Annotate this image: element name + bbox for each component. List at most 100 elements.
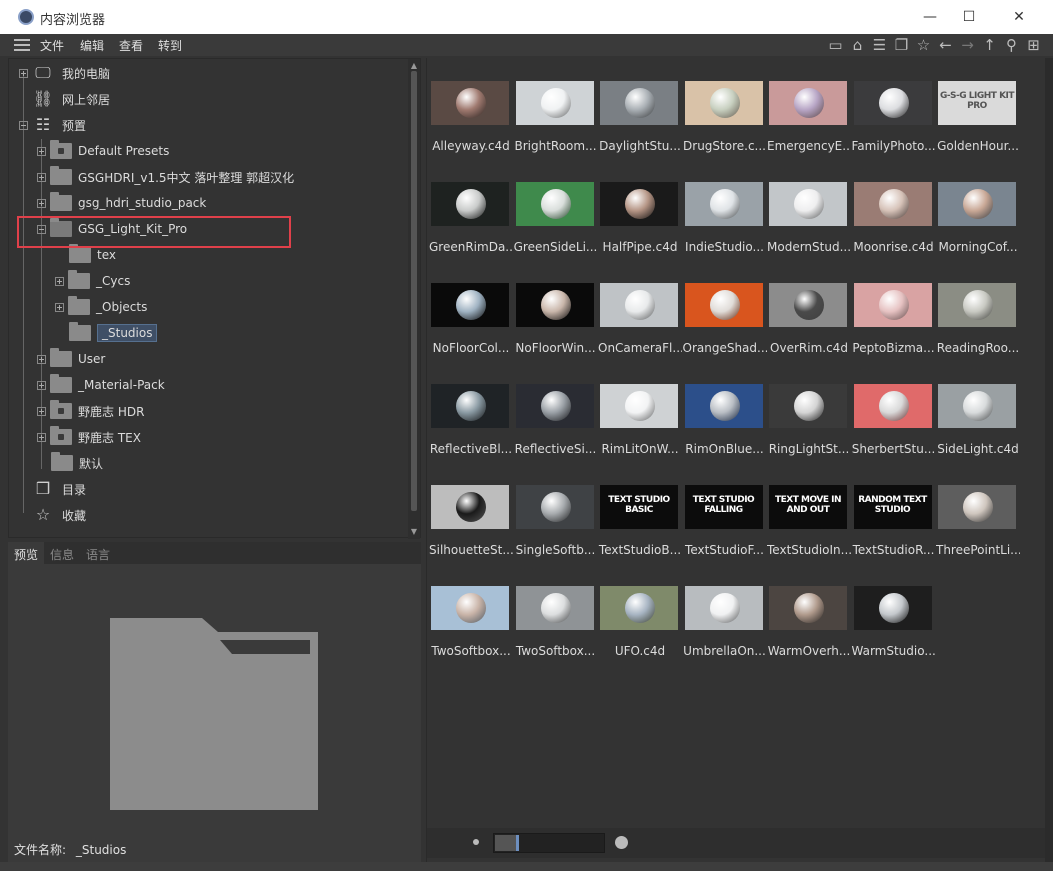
tree-item-gsg-hdri-studio-pack[interactable]: gsg_hdri_studio_pack	[37, 190, 206, 216]
forward-icon[interactable]: →	[958, 36, 977, 54]
file-thumbnail-item[interactable]: IndieStudio...	[683, 179, 767, 274]
tree-item-default-presets[interactable]: Default Presets	[37, 138, 169, 164]
expand-icon[interactable]	[55, 302, 64, 312]
file-thumbnail-item[interactable]: SilhouetteSt...	[429, 482, 513, 577]
file-thumbnail-item[interactable]: PeptoBizma...	[852, 280, 936, 375]
file-thumbnail-item[interactable]: OrangeShad...	[683, 280, 767, 375]
tree-item-network[interactable]: ⛓ 网上邻居	[32, 86, 110, 112]
panel-icon[interactable]: ▭	[826, 36, 845, 54]
file-thumbnail-item[interactable]: WarmStudio...	[852, 583, 936, 678]
menu-edit[interactable]: 编辑	[80, 37, 104, 54]
file-thumbnail-item[interactable]: Alleyway.c4d	[429, 78, 513, 173]
expand-icon[interactable]	[19, 68, 28, 78]
file-thumbnail-item[interactable]: NoFloorCol...	[429, 280, 513, 375]
file-thumbnail-item[interactable]: GreenRimDa...	[429, 179, 513, 274]
expand-icon[interactable]	[37, 380, 46, 390]
tab-info[interactable]: 信息	[44, 542, 80, 564]
tree-item-studios[interactable]: _Studios	[69, 320, 158, 346]
add-icon[interactable]: ⊞	[1024, 36, 1043, 54]
search-icon[interactable]: ⚲	[1002, 36, 1021, 54]
file-thumbnail-item[interactable]: ReflectiveSi...	[514, 381, 598, 476]
scroll-down-icon[interactable]: ▼	[408, 527, 420, 536]
content-browser-window: 内容浏览器 — ☐ ✕ 文件 编辑 查看 转到 ▭ ⌂ ☰ ❐ ☆ ← → ↑ …	[0, 0, 1053, 871]
tab-preview[interactable]: 预览	[8, 542, 45, 564]
file-thumbnail-item[interactable]: RimOnBlue...	[683, 381, 767, 476]
tree-item-gsghdri[interactable]: GSGHDRI_v1.5中文 落叶整理 郭超汉化	[37, 164, 294, 190]
slider-handle[interactable]	[516, 835, 519, 851]
file-thumbnail-item[interactable]: OnCameraFl...	[598, 280, 682, 375]
expand-icon[interactable]	[37, 172, 46, 182]
file-thumbnail-item[interactable]: TEXT MOVE IN AND OUT TextStudioIn...	[767, 482, 851, 577]
file-thumbnail-item[interactable]: EmergencyE...	[767, 78, 851, 173]
tree-item-default[interactable]: 默认	[51, 450, 103, 476]
menu-view[interactable]: 查看	[119, 37, 143, 54]
file-thumbnail-item[interactable]: UmbrellaOn...	[683, 583, 767, 678]
file-thumbnail-item[interactable]: RANDOM TEXT STUDIO TextStudioR...	[852, 482, 936, 577]
file-thumbnail-item[interactable]: NoFloorWin...	[514, 280, 598, 375]
file-thumbnail-item[interactable]: ReadingRoo...	[936, 280, 1020, 375]
home-icon[interactable]: ⌂	[848, 36, 867, 54]
file-thumbnail-item[interactable]: Moonrise.c4d	[852, 179, 936, 274]
file-thumbnail-item[interactable]: ThreePointLi...	[936, 482, 1020, 577]
tree-item-my-computer[interactable]: 🖵 我的电脑	[19, 60, 110, 86]
hamburger-menu-icon[interactable]	[14, 39, 30, 51]
tree-item-user[interactable]: User	[37, 346, 105, 372]
file-thumbnail-item[interactable]: G-S-G LIGHT KIT PRO GoldenHour...	[936, 78, 1020, 173]
file-thumbnail-item[interactable]: SideLight.c4d	[936, 381, 1020, 476]
file-thumbnail-item[interactable]: RimLitOnW...	[598, 381, 682, 476]
file-thumbnail-item[interactable]: ModernStud...	[767, 179, 851, 274]
tree-item-catalog[interactable]: ❒ 目录	[32, 476, 86, 502]
back-icon[interactable]: ←	[936, 36, 955, 54]
scroll-thumb[interactable]	[411, 71, 417, 511]
book-icon[interactable]: ❐	[892, 36, 911, 54]
file-thumbnail-item[interactable]: BrightRoom...	[514, 78, 598, 173]
expand-icon[interactable]	[37, 432, 46, 442]
tree-scrollbar[interactable]: ▲ ▼	[408, 59, 420, 539]
menu-file[interactable]: 文件	[40, 37, 64, 54]
menu-goto[interactable]: 转到	[158, 37, 182, 54]
file-name-label: GreenSideLi...	[513, 240, 598, 254]
tab-language[interactable]: 语言	[80, 542, 116, 564]
expand-icon[interactable]	[37, 198, 46, 208]
tree-item-favorites[interactable]: ☆ 收藏	[32, 502, 86, 528]
sphere-render	[963, 391, 993, 421]
zoom-out-icon[interactable]	[473, 839, 479, 845]
expand-icon[interactable]	[37, 146, 46, 156]
file-thumbnail-item[interactable]: UFO.c4d	[598, 583, 682, 678]
collapse-icon[interactable]	[19, 120, 28, 130]
tree-item-hdr[interactable]: 野鹿志 HDR	[37, 398, 144, 424]
file-thumbnail-item[interactable]: HalfPipe.c4d	[598, 179, 682, 274]
file-thumbnail-item[interactable]: TEXT STUDIO BASIC TextStudioB...	[598, 482, 682, 577]
file-thumbnail-item[interactable]: MorningCof...	[936, 179, 1020, 274]
thumbnail-size-slider[interactable]	[493, 833, 605, 853]
star-icon[interactable]: ☆	[914, 36, 933, 54]
tree-item-presets[interactable]: ☷ 预置	[19, 112, 86, 138]
file-thumbnail-item[interactable]: SherbertStu...	[852, 381, 936, 476]
zoom-in-icon[interactable]	[615, 836, 628, 849]
close-button[interactable]: ✕	[1004, 6, 1034, 28]
minimize-button[interactable]: —	[915, 6, 945, 28]
file-thumbnail-item[interactable]: WarmOverh...	[767, 583, 851, 678]
expand-icon[interactable]	[55, 276, 64, 286]
tree-item-cycs[interactable]: _Cycs	[55, 268, 130, 294]
file-thumbnail-item[interactable]: TwoSoftbox...	[429, 583, 513, 678]
expand-icon[interactable]	[37, 354, 46, 364]
expand-icon[interactable]	[37, 406, 46, 416]
tree-item-tex2[interactable]: 野鹿志 TEX	[37, 424, 141, 450]
file-thumbnail-item[interactable]: RingLightSt...	[767, 381, 851, 476]
file-thumbnail-item[interactable]: ReflectiveBl...	[429, 381, 513, 476]
maximize-button[interactable]: ☐	[954, 6, 984, 28]
up-icon[interactable]: ↑	[980, 36, 999, 54]
file-thumbnail-item[interactable]: DrugStore.c...	[683, 78, 767, 173]
file-thumbnail-item[interactable]: OverRim.c4d	[767, 280, 851, 375]
tree-item-objects[interactable]: _Objects	[55, 294, 147, 320]
file-thumbnail-item[interactable]: TEXT STUDIO FALLING TextStudioF...	[683, 482, 767, 577]
scroll-up-icon[interactable]: ▲	[408, 61, 420, 70]
file-thumbnail-item[interactable]: TwoSoftbox...	[514, 583, 598, 678]
file-thumbnail-item[interactable]: SingleSoftb...	[514, 482, 598, 577]
filter-icon[interactable]: ☰	[870, 36, 889, 54]
file-thumbnail-item[interactable]: GreenSideLi...	[514, 179, 598, 274]
file-thumbnail-item[interactable]: FamilyPhoto...	[852, 78, 936, 173]
tree-item-material-pack[interactable]: _Material-Pack	[37, 372, 165, 398]
file-thumbnail-item[interactable]: DaylightStu...	[598, 78, 682, 173]
